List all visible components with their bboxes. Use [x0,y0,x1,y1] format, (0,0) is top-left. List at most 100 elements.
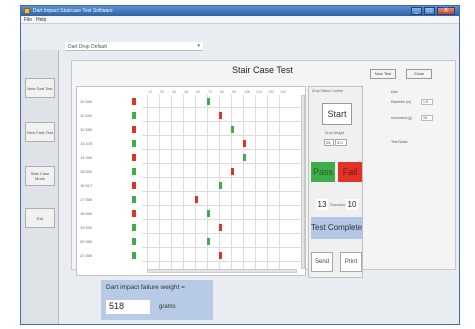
grid-row-line [142,247,302,248]
diameter-label: Diameter (in) [391,100,412,104]
row-status-box [132,238,136,245]
row-status-box [132,126,136,133]
column-header: 132 [268,90,274,94]
row-status-box [132,182,136,189]
grid-row-line [142,163,302,164]
app-icon [24,8,30,14]
grid-row-line [142,135,302,136]
column-header: 108 [244,90,250,94]
new-dart-test-button[interactable]: New Dart Test [25,78,55,98]
grid-row-line [142,149,302,150]
menu-file[interactable]: File [24,17,32,23]
drop-mark [207,210,210,217]
pass-count: 13 [316,199,328,210]
row-label: 15 542 [80,169,93,174]
vertical-scrollbar[interactable] [301,95,305,269]
grid-col-line [255,95,256,270]
result-label: Dart impact failure weight = [106,284,185,291]
title-bar: Dart Impact Staircase Test Software _ □ … [21,6,459,16]
drop-mark [207,98,210,105]
grid-row-line [142,107,302,108]
diameter-field[interactable]: 1.5 [421,99,433,105]
row-label: 17 500 [80,197,93,202]
row-status-box [132,98,136,105]
grid-row-line [142,121,302,122]
grid-col-line [267,95,268,270]
row-status-box [132,196,136,203]
send-button[interactable]: Send [311,252,333,272]
row-label: 13 475 [80,141,93,146]
grid-col-line [147,95,148,270]
drop-control-panel: Drop Status Control Start Drop Weight 25… [308,86,363,278]
app-window: Dart Impact Staircase Test Software _ □ … [20,5,460,325]
fail-button[interactable]: Fail [338,162,362,182]
test-notes-label: Test Notes [391,140,408,144]
drop-config-value: Dart Drop Default [68,44,107,50]
increment-label: Increment (g) [391,116,412,120]
column-header: 84 [220,90,224,94]
drop-config-select[interactable]: Dart Drop Default ▾ [65,42,203,51]
test-status-banner: Test Complete [311,217,362,239]
row-status-box [132,224,136,231]
result-value: 518 [106,300,150,314]
row-status-box [132,140,136,147]
grid-col-line [231,95,232,270]
stair-case-mode-button[interactable]: Stair Case Mode [25,166,55,186]
menu-bar: File Help [21,16,459,24]
grid-col-line [159,95,160,270]
horizontal-scrollbar[interactable] [147,269,297,273]
drop-weight-label: Drop Weight [325,131,345,135]
drop-mark [231,126,234,133]
left-nav-panel: New Dart Test New Falls Test Stair Case … [21,50,59,324]
print-button[interactable]: Print [340,252,362,272]
column-header: 24 [160,90,164,94]
drop-mark [195,196,198,203]
row-label: 12 500 [80,127,93,132]
result-panel: Dart impact failure weight = 518 grams [101,280,213,320]
row-label: 18 500 [80,211,93,216]
new-falls-test-button[interactable]: New Falls Test [25,122,55,142]
control-header: Drop Status Control [312,89,343,93]
row-label: 14 500 [80,155,93,160]
drop-mark [219,224,222,231]
fail-count: 10 [346,199,358,210]
menu-help[interactable]: Help [36,17,46,23]
result-unit: grams [159,304,176,310]
staircase-grid: 10 500 11 542 12 500 13 475 14 500 15 542 16 5… [76,86,306,276]
drop-weight-field[interactable]: 25 [324,139,334,146]
drop-mark [219,252,222,259]
start-button[interactable]: Start [322,103,352,125]
drop-mark [207,238,210,245]
column-header: 12 [148,90,152,94]
column-header: 60 [196,90,200,94]
drop-mark [243,154,246,161]
window-title: Dart Impact Staircase Test Software [33,8,113,14]
row-status-box [132,252,136,259]
grid-col-line [171,95,172,270]
close-window-button[interactable]: X [437,7,455,15]
chevron-down-icon: ▾ [197,43,200,49]
drop-weight-unit-select[interactable]: 3.0 [335,139,347,146]
pass-button[interactable]: Pass [311,162,335,182]
grid-row-line [142,191,302,192]
increment-field[interactable]: 15 [421,115,433,121]
row-label: 16 517 [80,183,93,188]
drop-mark [243,140,246,147]
column-header: 96 [232,90,236,94]
column-header: 36 [172,90,176,94]
page-title: Stair Case Test [232,65,293,75]
drop-mark [219,182,222,189]
drop-mark [231,168,234,175]
exit-button[interactable]: Exit [25,208,55,228]
row-status-box [132,154,136,161]
close-button[interactable]: Close [406,69,432,79]
row-status-box [132,168,136,175]
maximize-button[interactable]: □ [424,7,435,15]
grid-row-line [142,205,302,206]
grid-col-line [195,95,196,270]
new-test-button[interactable]: New Test [370,69,396,79]
row-label: 20 500 [80,239,93,244]
minimize-button[interactable]: _ [411,7,422,15]
drop-mark [219,112,222,119]
grid-row-line [142,177,302,178]
